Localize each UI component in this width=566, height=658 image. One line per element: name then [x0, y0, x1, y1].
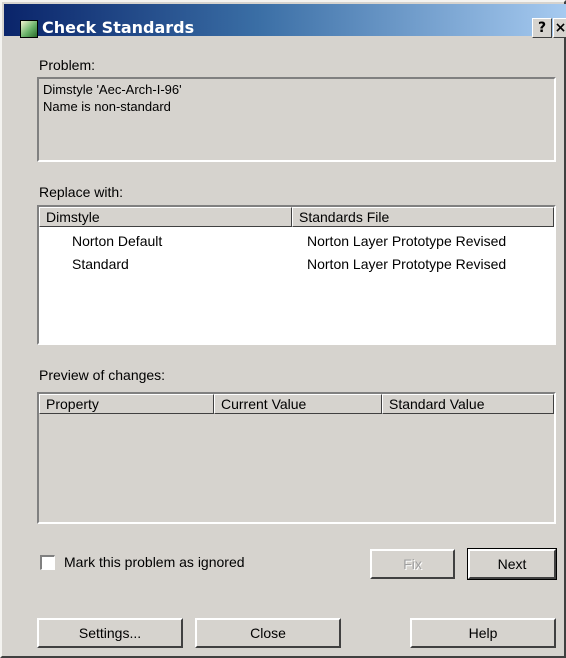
help-button[interactable]: Help [410, 618, 556, 648]
column-header-standards-file[interactable]: Standards File [292, 207, 554, 227]
replace-with-label: Replace with: [39, 184, 124, 200]
dimstyle-cell: Norton Default [72, 233, 163, 249]
mark-ignored-label[interactable]: Mark this problem as ignored [64, 553, 245, 571]
column-header-current-value[interactable]: Current Value [214, 394, 382, 414]
problem-line: Dimstyle 'Aec-Arch-I-96' [43, 82, 182, 97]
problem-label: Problem: [39, 57, 96, 73]
check-standards-app-icon [20, 20, 38, 38]
table-row[interactable]: Norton Default Norton Layer Prototype Re… [39, 231, 554, 251]
preview-of-changes-list[interactable]: Property Current Value Standard Value [37, 392, 556, 524]
close-button[interactable]: Close [195, 618, 341, 648]
mark-ignored-checkbox[interactable] [40, 555, 55, 570]
column-header-standard-value[interactable]: Standard Value [382, 394, 554, 414]
problem-description-box: Dimstyle 'Aec-Arch-I-96' Name is non-sta… [37, 77, 556, 162]
column-header-property[interactable]: Property [39, 394, 214, 414]
close-icon: × [554, 20, 566, 36]
table-row[interactable]: Standard Norton Layer Prototype Revised [39, 254, 554, 274]
next-button[interactable]: Next [467, 548, 557, 580]
close-title-button[interactable]: × [553, 18, 566, 38]
settings-button[interactable]: Settings... [37, 618, 183, 648]
standards-file-cell: Norton Layer Prototype Revised [307, 256, 507, 272]
problem-line: Name is non-standard [43, 99, 171, 114]
fix-button[interactable]: Fix [370, 549, 455, 579]
window-title: Check Standards [42, 18, 195, 37]
standards-file-cell: Norton Layer Prototype Revised [307, 233, 507, 249]
replace-with-list[interactable]: Dimstyle Standards File Norton Default N… [37, 205, 556, 345]
preview-of-changes-label: Preview of changes: [39, 367, 166, 383]
dimstyle-cell: Standard [72, 256, 129, 272]
help-title-button[interactable]: ? [532, 18, 552, 38]
check-standards-dialog: Check Standards ? × Problem: Dimstyle 'A… [0, 0, 566, 658]
column-header-dimstyle[interactable]: Dimstyle [39, 207, 292, 227]
